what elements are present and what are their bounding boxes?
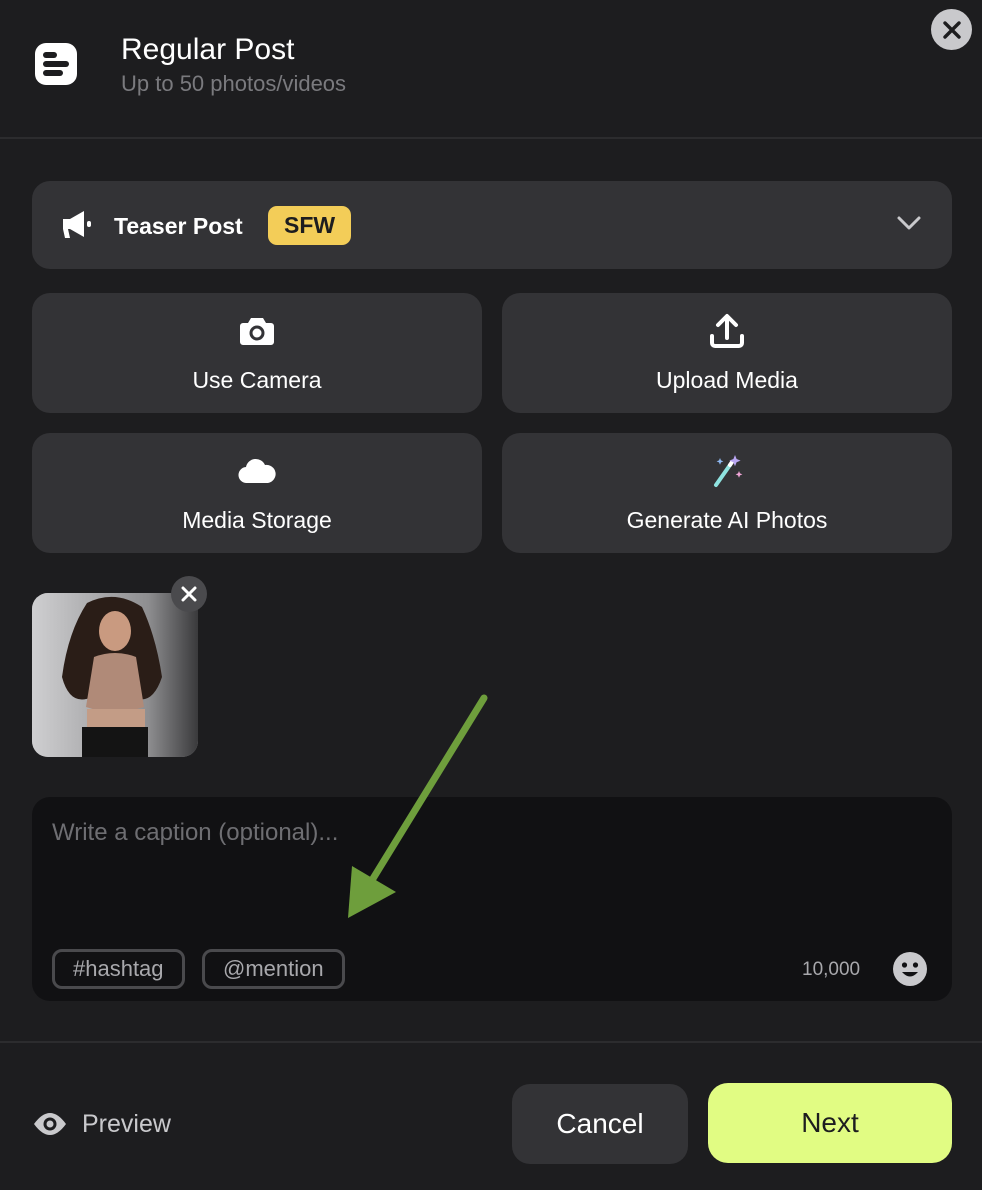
modal-subtitle: Up to 50 photos/videos bbox=[121, 71, 347, 96]
remove-media-button[interactable] bbox=[171, 576, 207, 612]
media-storage-label: Media Storage bbox=[182, 507, 332, 533]
upload-media-label: Upload Media bbox=[656, 367, 798, 393]
caption-input[interactable] bbox=[52, 819, 932, 929]
close-icon bbox=[181, 586, 197, 602]
character-limit: 10,000 bbox=[802, 959, 861, 980]
sfw-badge: SFW bbox=[268, 206, 352, 245]
generate-ai-photos-button[interactable]: Generate AI Photos bbox=[502, 433, 952, 553]
modal-title: Regular Post bbox=[121, 33, 295, 66]
caption-box: #hashtag @mention 10,000 bbox=[32, 797, 952, 1001]
modal-header: Regular Post Up to 50 photos/videos bbox=[0, 0, 982, 139]
post-lines-icon bbox=[35, 43, 77, 85]
audience-selector[interactable]: Teaser Post SFW bbox=[32, 181, 952, 269]
eye-icon bbox=[34, 1113, 66, 1135]
generate-ai-photos-label: Generate AI Photos bbox=[626, 507, 828, 533]
chevron-down-icon bbox=[897, 216, 921, 230]
megaphone-icon bbox=[63, 211, 91, 238]
next-button[interactable]: Next bbox=[708, 1083, 952, 1163]
attached-photo[interactable] bbox=[32, 593, 198, 757]
preview-button[interactable]: Preview bbox=[32, 1104, 171, 1144]
upload-icon bbox=[710, 314, 744, 348]
audience-label: Teaser Post bbox=[114, 213, 243, 239]
close-icon bbox=[942, 20, 961, 39]
mention-button[interactable]: @mention bbox=[202, 949, 345, 989]
hashtag-button[interactable]: #hashtag bbox=[52, 949, 185, 989]
use-camera-label: Use Camera bbox=[192, 367, 322, 393]
smiley-icon[interactable] bbox=[892, 951, 928, 987]
camera-icon bbox=[240, 318, 274, 345]
footer-divider bbox=[0, 1041, 982, 1043]
cancel-button[interactable]: Cancel bbox=[512, 1084, 688, 1164]
upload-media-button[interactable]: Upload Media bbox=[502, 293, 952, 413]
use-camera-button[interactable]: Use Camera bbox=[32, 293, 482, 413]
close-button[interactable] bbox=[931, 9, 972, 50]
preview-label: Preview bbox=[82, 1109, 171, 1138]
magic-wand-icon bbox=[714, 455, 743, 487]
cloud-icon bbox=[238, 458, 276, 484]
attached-media-item[interactable] bbox=[32, 576, 207, 757]
media-storage-button[interactable]: Media Storage bbox=[32, 433, 482, 553]
